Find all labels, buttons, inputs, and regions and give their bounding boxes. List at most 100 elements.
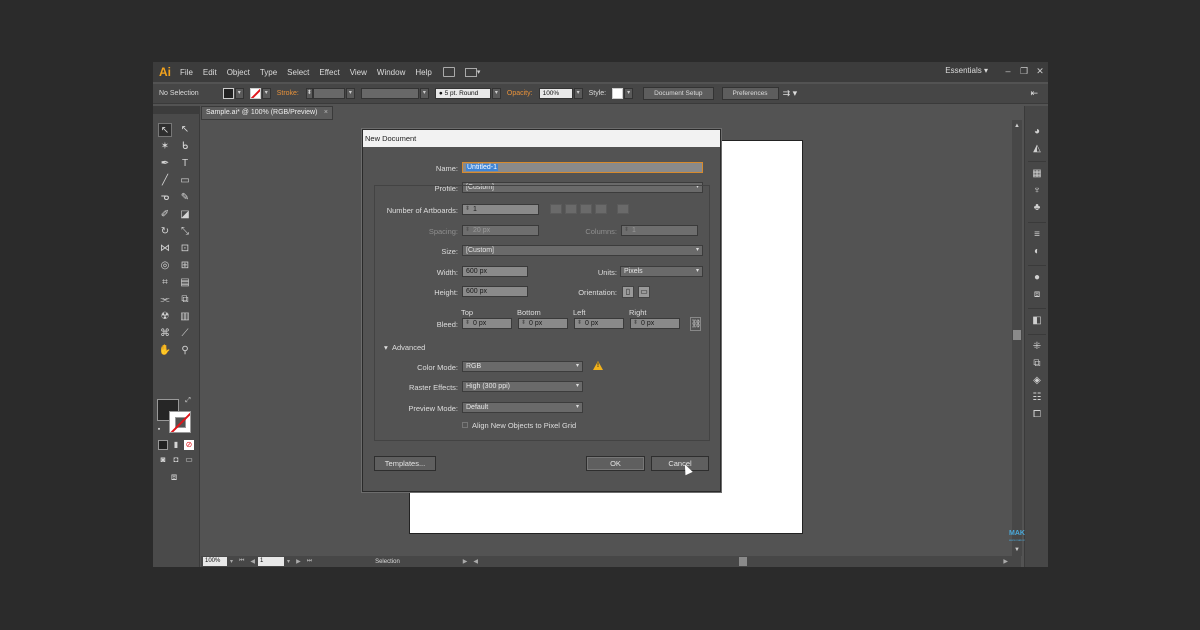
perspective-grid-icon[interactable]: ⊞ <box>178 259 192 273</box>
fill-swatch[interactable] <box>222 88 234 99</box>
document-tab[interactable]: Sample.ai* @ 100% (RGB/Preview) × <box>201 106 333 120</box>
zoom-tool-icon[interactable]: ⚲ <box>178 344 192 358</box>
menu-edit[interactable]: Edit <box>198 68 222 77</box>
restore-icon[interactable]: ❐ <box>1016 64 1032 79</box>
advanced-toggle[interactable]: ▾ Advanced <box>384 343 425 352</box>
gradient-panel-icon[interactable]: ◐ <box>1030 245 1044 259</box>
first-artboard-icon[interactable]: ⏮ <box>236 558 247 565</box>
hand-tool-icon[interactable]: ✋ <box>158 344 172 358</box>
none-mode-icon[interactable]: ⊘ <box>184 440 194 450</box>
link-bleed-icon[interactable]: ⛓ <box>690 317 701 331</box>
profile-dropdown-icon[interactable]: ▾ <box>419 88 429 99</box>
menu-help[interactable]: Help <box>410 68 436 77</box>
screen-mode-icon[interactable]: ⧈ <box>166 472 182 484</box>
bleed-top-field[interactable]: 0 px <box>462 318 512 329</box>
arrange-by-row-icon[interactable] <box>580 204 592 214</box>
zoom-dropdown-icon[interactable]: ▾ <box>227 558 236 565</box>
align-pixel-grid-checkbox[interactable] <box>462 422 468 428</box>
preferences-button[interactable]: Preferences <box>721 87 779 100</box>
status-menu-icon[interactable]: ▶ <box>460 558 471 565</box>
bleed-bottom-field[interactable]: 0 px <box>518 318 568 329</box>
arrange-icon[interactable]: ⇉ ▾ <box>779 88 802 99</box>
artboard-dropdown-icon[interactable]: ▾ <box>284 558 293 565</box>
transparency-icon[interactable]: ● <box>1030 271 1044 285</box>
fill-dropdown-icon[interactable]: ▾ <box>234 88 244 99</box>
next-artboard-icon[interactable]: ▶ <box>293 558 304 565</box>
stroke-weight-dropdown-icon[interactable]: ▾ <box>345 88 355 99</box>
ok-button[interactable]: OK <box>586 456 645 471</box>
name-field[interactable]: Untitled-1 <box>462 162 703 173</box>
pencil-icon[interactable]: ✎ <box>178 191 192 205</box>
horizontal-scroll-thumb[interactable] <box>739 557 747 566</box>
line-tool-icon[interactable]: ╱ <box>158 174 172 188</box>
color-panel-icon[interactable]: ◕ <box>1030 125 1044 139</box>
scale-icon[interactable]: ⤡ <box>178 225 192 239</box>
artboards-panel-icon[interactable]: ☷ <box>1030 391 1044 405</box>
appearance-icon[interactable]: ⧈ <box>1030 288 1044 302</box>
eyedropper-icon[interactable]: ⫘ <box>158 293 172 307</box>
bridge-icon[interactable] <box>442 67 455 77</box>
grid-by-row-icon[interactable] <box>550 204 562 214</box>
brush-dropdown-icon[interactable]: ▾ <box>491 88 501 99</box>
portrait-icon[interactable]: ▯ <box>622 286 634 298</box>
bleed-left-field[interactable]: 0 px <box>574 318 624 329</box>
landscape-icon[interactable]: ▭ <box>638 286 650 298</box>
stroke-weight-field[interactable] <box>312 88 345 99</box>
pen-tool-icon[interactable]: ✒ <box>158 157 172 171</box>
opacity-label[interactable]: Opacity: <box>501 90 539 97</box>
warning-icon[interactable]: ! <box>593 361 603 370</box>
grid-by-column-icon[interactable] <box>565 204 577 214</box>
vertical-scrollbar[interactable]: ▲ ▼ <box>1012 120 1022 556</box>
type-tool-icon[interactable]: T <box>178 157 192 171</box>
panel-menu-icon[interactable]: ⇤ <box>1024 88 1044 99</box>
gradient-mode-icon[interactable]: ▮ <box>171 440 181 450</box>
gradient-tool-icon[interactable]: ▤ <box>178 276 192 290</box>
scroll-left-icon[interactable]: ◀ <box>470 558 481 565</box>
color-guide-icon[interactable]: ◭ <box>1030 142 1044 156</box>
graphic-styles-icon[interactable]: ◧ <box>1030 314 1044 328</box>
direct-selection-icon[interactable]: ↖ <box>178 123 192 137</box>
style-swatch[interactable] <box>612 88 624 99</box>
artboards-field[interactable]: 1 <box>462 204 539 215</box>
width-field[interactable]: 600 px <box>462 266 528 277</box>
menu-view[interactable]: View <box>345 68 372 77</box>
menu-file[interactable]: File <box>175 68 198 77</box>
menu-effect[interactable]: Effect <box>314 68 344 77</box>
swap-colors-icon[interactable]: ⤢ <box>184 397 192 405</box>
previous-artboard-icon[interactable]: ◀ <box>247 558 258 565</box>
minimize-icon[interactable]: – <box>1000 64 1016 79</box>
draw-inside-icon[interactable]: ▭ <box>184 455 194 465</box>
scroll-down-icon[interactable]: ▼ <box>1013 546 1021 554</box>
align-panel-icon[interactable]: ⧉ <box>1030 357 1044 371</box>
cancel-button[interactable]: Cancel <box>651 456 709 471</box>
close-document-icon[interactable]: × <box>324 109 328 116</box>
symbols-icon[interactable]: ♣ <box>1030 201 1044 215</box>
raster-effects-select[interactable]: High (300 ppi) <box>462 381 583 392</box>
stroke-weight-spinner-icon[interactable]: ⬍ <box>305 88 313 99</box>
height-field[interactable]: 600 px <box>462 286 528 297</box>
shape-builder-icon[interactable]: ◎ <box>158 259 172 273</box>
transform-icon[interactable]: ⁜ <box>1030 340 1044 354</box>
mesh-tool-icon[interactable]: ⌗ <box>158 276 172 290</box>
brush-definition[interactable]: ● 5 pt. Round <box>434 88 491 99</box>
opacity-dropdown-icon[interactable]: ▾ <box>573 88 583 99</box>
right-to-left-icon[interactable] <box>617 204 629 214</box>
style-dropdown-icon[interactable]: ▾ <box>624 88 634 99</box>
bleed-right-field[interactable]: 0 px <box>630 318 680 329</box>
stroke-dropdown-icon[interactable]: ▾ <box>261 88 271 99</box>
templates-button[interactable]: Templates... <box>374 456 436 471</box>
menu-object[interactable]: Object <box>222 68 255 77</box>
selection-tool-icon[interactable]: ↖ <box>158 123 172 137</box>
arrange-documents-icon[interactable]: ▾ <box>464 67 480 77</box>
blob-brush-icon[interactable]: ✐ <box>158 208 172 222</box>
arrange-by-column-icon[interactable] <box>595 204 607 214</box>
units-select[interactable]: Pixels <box>620 266 703 277</box>
stroke-color-box[interactable] <box>169 411 191 433</box>
width-tool-icon[interactable]: ⋈ <box>158 242 172 256</box>
last-artboard-icon[interactable]: ⏭ <box>304 558 315 565</box>
paintbrush-icon[interactable]: ᓀ <box>158 191 172 205</box>
artboard-tool-icon[interactable]: ⌘ <box>158 327 172 341</box>
pathfinder-icon[interactable]: ⧠ <box>1030 408 1044 422</box>
layers-icon[interactable]: ◈ <box>1030 374 1044 388</box>
swatches-icon[interactable]: ▦ <box>1030 167 1044 181</box>
